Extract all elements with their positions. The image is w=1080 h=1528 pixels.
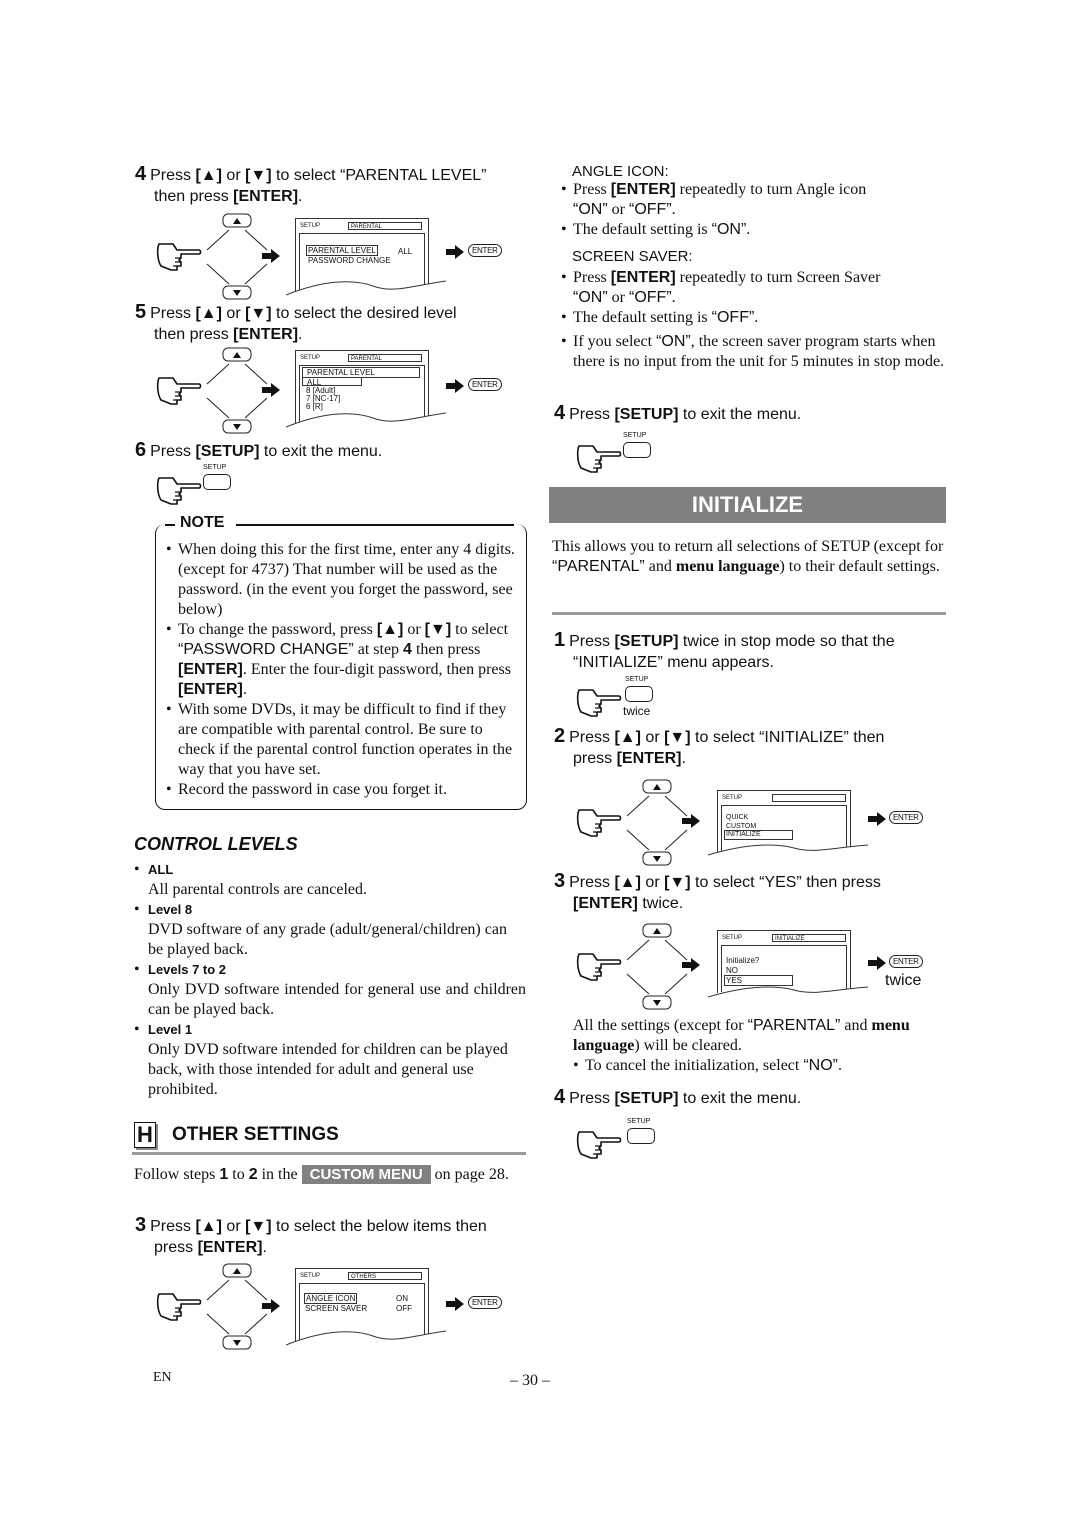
pointing-hand-icon <box>575 680 623 720</box>
enter-button-icon: ENTER <box>468 244 502 257</box>
note-item: Record the password in case you forget i… <box>166 780 516 800</box>
note-title: NOTE <box>180 514 225 531</box>
page-number: – 30 – <box>510 1372 550 1389</box>
step-4-exit-others: 4 Press [SETUP] to exit the menu. <box>554 402 802 424</box>
osd-item-selected: PARENTAL LEVEL <box>306 245 378 256</box>
osd-screen-parental: SETUP PARENTAL PARENTAL LEVEL ALL PASSWO… <box>286 218 446 297</box>
init-step-4: 4 Press [SETUP] to exit the menu. <box>554 1086 802 1108</box>
step-4-parental-level: 4 Press [▲] or [▼] to select “PARENTAL LE… <box>135 163 487 206</box>
control-level-item: Level 8 DVD software of any grade (adult… <box>134 900 526 960</box>
remote-diagram-step-5: SETUP PARENTAL PARENTAL LEVEL ALL 8 [Adu… <box>155 346 535 436</box>
control-levels-list: ALL All parental controls are canceled. … <box>134 860 526 1100</box>
remote-diagram-init-step-2: SETUP QUICK CUSTOM INITIALIZE ENTER <box>575 778 955 868</box>
right-arrow-icon <box>868 812 886 826</box>
right-arrow-icon <box>262 1299 280 1313</box>
language-code: EN <box>153 1370 172 1385</box>
angle-icon-heading: ANGLE ICON: <box>572 163 669 180</box>
initialize-heading: INITIALIZE <box>549 487 946 523</box>
initialize-result-text: All the settings (except for “PARENTAL” … <box>573 1016 948 1076</box>
remote-diagram-other-settings: SETUP OTHERS ANGLE ICON ON SCREEN SAVER … <box>155 1262 535 1352</box>
osd-screen-initialize: SETUP INITIALIZE Initialize? NO YES <box>708 930 868 1001</box>
init-step-1: 1 Press [SETUP] twice in stop mode so tha… <box>554 629 895 672</box>
setup-key-diagram-twice: SETUP twice <box>575 676 675 720</box>
pointing-hand-icon <box>155 234 203 274</box>
init-step-3: 3 Press [▲] or [▼] to select “YES” then p… <box>554 870 881 913</box>
note-item: To change the password, press [▲] or [▼]… <box>166 620 516 700</box>
osd-screen-setup: SETUP QUICK CUSTOM INITIALIZE <box>708 790 868 859</box>
enter-button-icon: ENTER <box>889 811 923 824</box>
note-body: When doing this for the first time, ente… <box>166 540 516 800</box>
pointing-hand-icon <box>155 368 203 408</box>
screen-saver-notes: Press [ENTER] repeatedly to turn Screen … <box>561 268 946 372</box>
angle-icon-notes: Press [ENTER] repeatedly to turn Angle i… <box>561 180 946 240</box>
other-settings-heading: OTHER SETTINGS <box>172 1124 339 1145</box>
right-arrow-icon <box>262 249 280 263</box>
initialize-intro: This allows you to return all selections… <box>552 538 944 575</box>
note-item: With some DVDs, it may be difficult to f… <box>166 700 516 780</box>
pointing-hand-icon <box>155 468 203 508</box>
setup-key-diagram: SETUP <box>155 464 235 498</box>
right-arrow-icon <box>262 383 280 397</box>
custom-menu-badge: CUSTOM MENU <box>301 1165 431 1184</box>
right-arrow-icon <box>682 958 700 972</box>
setup-button-icon <box>625 686 653 702</box>
remote-diagram-init-step-3: SETUP INITIALIZE Initialize? NO YES ENTE… <box>575 922 955 1012</box>
right-arrow-icon <box>868 956 886 970</box>
enter-button-icon: ENTER <box>889 955 923 968</box>
screen-saver-heading: SCREEN SAVER: <box>572 248 693 265</box>
remote-diagram-step-4: SETUP PARENTAL PARENTAL LEVEL ALL PASSWO… <box>155 212 535 302</box>
step-6-exit: 6 Press [SETUP] to exit the menu. <box>135 439 383 461</box>
pointing-hand-icon <box>575 800 623 840</box>
setup-key-diagram: SETUP <box>575 1118 665 1152</box>
section-rule <box>132 1152 526 1155</box>
setup-button-icon <box>627 1128 655 1144</box>
pointing-hand-icon <box>575 436 623 476</box>
osd-screen-others: SETUP OTHERS ANGLE ICON ON SCREEN SAVER … <box>286 1268 446 1347</box>
init-step-2: 2 Press [▲] or [▼] to select “INITIALIZE”… <box>554 725 885 768</box>
pointing-hand-icon <box>575 944 623 984</box>
follow-steps-text: Follow steps 1 to 2 in the CUSTOM MENU o… <box>134 1165 509 1184</box>
control-level-item: Levels 7 to 2 Only DVD software intended… <box>134 960 526 1020</box>
right-arrow-icon <box>446 379 464 393</box>
section-rule <box>552 612 946 615</box>
osd-screen-parental-level: SETUP PARENTAL PARENTAL LEVEL ALL 8 [Adu… <box>286 350 446 429</box>
right-arrow-icon <box>446 1297 464 1311</box>
step-3-other-settings: 3 Press [▲] or [▼] to select the below it… <box>135 1214 487 1257</box>
note-item: When doing this for the first time, ente… <box>166 540 516 620</box>
right-arrow-icon <box>682 814 700 828</box>
setup-button-icon <box>203 474 231 490</box>
control-level-item: ALL All parental controls are canceled. <box>134 860 526 900</box>
pointing-hand-icon <box>155 1284 203 1324</box>
pointing-hand-icon <box>575 1122 623 1162</box>
setup-button-icon <box>623 442 651 458</box>
control-levels-heading: CONTROL LEVELS <box>134 834 298 854</box>
enter-button-icon: ENTER <box>468 378 502 391</box>
right-arrow-icon <box>446 245 464 259</box>
step-5-select-level: 5 Press [▲] or [▼] to select the desired … <box>135 301 457 344</box>
setup-key-diagram: SETUP <box>575 432 655 466</box>
enter-button-icon: ENTER <box>468 1296 502 1309</box>
section-letter-badge: H <box>134 1122 156 1148</box>
control-level-item: Level 1 Only DVD software intended for c… <box>134 1020 526 1100</box>
